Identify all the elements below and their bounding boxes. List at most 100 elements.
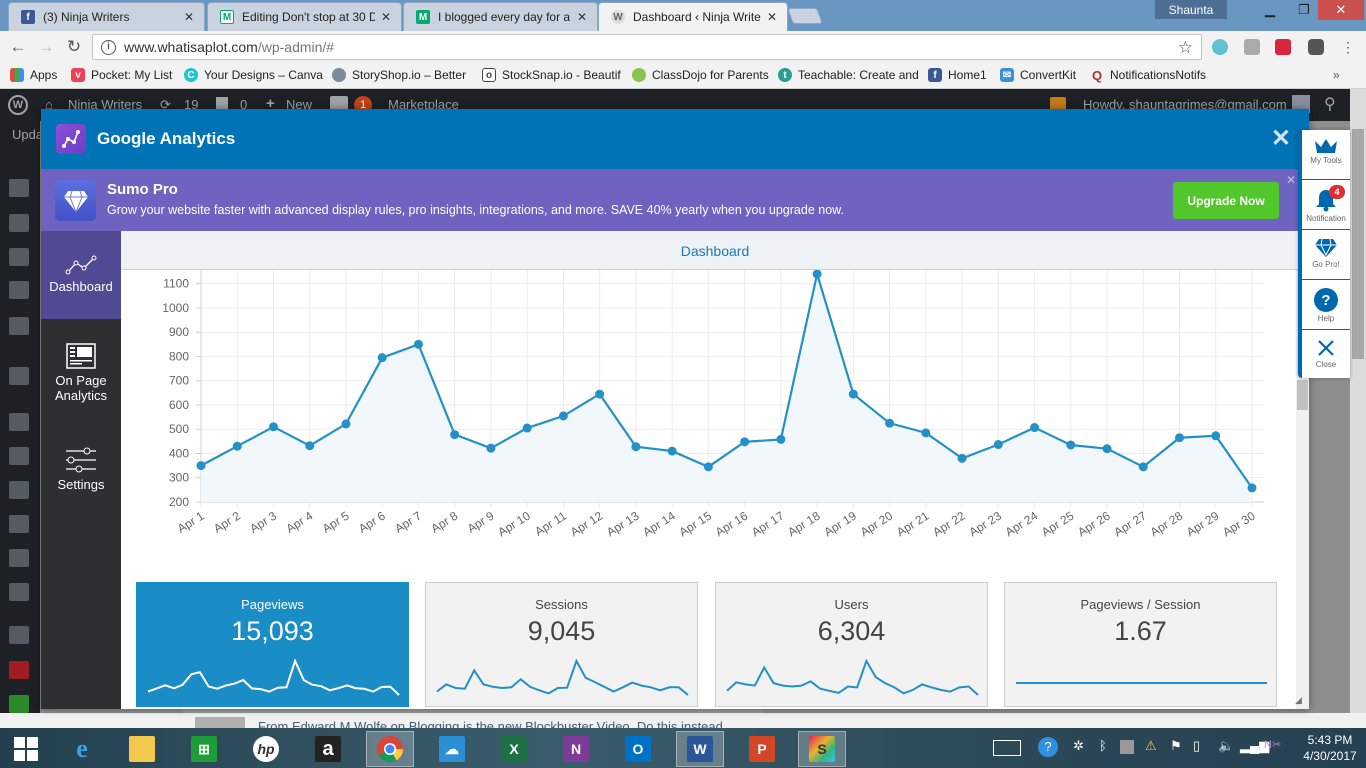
- comments-icon[interactable]: [9, 281, 29, 299]
- profile-button[interactable]: Shaunta: [1155, 0, 1227, 19]
- sumo-my-tools[interactable]: My Tools: [1302, 130, 1350, 180]
- metric-card-pageviews[interactable]: Pageviews 15,093: [136, 582, 409, 707]
- sumo-help[interactable]: ? Help: [1302, 280, 1350, 330]
- appearance-icon[interactable]: [9, 447, 29, 465]
- tab-close-icon[interactable]: ✕: [577, 10, 587, 24]
- bookmark-quora[interactable]: Q NotificationsNotifs: [1090, 68, 1206, 83]
- reload-button[interactable]: ↻: [64, 37, 84, 57]
- pinterest-icon[interactable]: [9, 661, 29, 679]
- tab-close-icon[interactable]: ✕: [184, 10, 194, 24]
- info-icon[interactable]: i: [101, 39, 116, 55]
- taskbar-powerpoint[interactable]: P: [738, 731, 786, 767]
- search-icon[interactable]: ⚲: [1324, 94, 1336, 114]
- bookmark-classdojo[interactable]: ClassDojo for Parents: [632, 68, 769, 82]
- maximize-button[interactable]: ❐: [1288, 0, 1320, 20]
- more-bookmarks-button[interactable]: »: [1333, 68, 1340, 82]
- taskbar-slack[interactable]: S: [798, 731, 846, 767]
- onenote-clip-icon[interactable]: N✂: [1264, 738, 1281, 751]
- pin-icon[interactable]: [9, 179, 29, 197]
- modal-close-button[interactable]: ✕: [1271, 127, 1291, 151]
- taskbar-chrome[interactable]: [366, 731, 414, 767]
- volume-icon[interactable]: 🔈: [1218, 738, 1234, 754]
- taskbar-onenote[interactable]: N: [552, 731, 600, 767]
- tools-icon[interactable]: [9, 549, 29, 567]
- new-tab-button[interactable]: [787, 8, 823, 24]
- address-bar[interactable]: i www.whatisaplot.com/wp-admin/# ☆: [92, 34, 1202, 60]
- settings-icon[interactable]: [9, 583, 29, 601]
- pocket-extension-icon[interactable]: [1308, 39, 1324, 55]
- help-tray-icon[interactable]: ?: [1038, 737, 1058, 757]
- flag-icon[interactable]: ⚑: [1170, 738, 1182, 754]
- bookmark-canva[interactable]: C Your Designs – Canva: [184, 68, 323, 82]
- defender-icon[interactable]: [1120, 740, 1134, 754]
- bookmark-convertkit[interactable]: ✉ ConvertKit: [1000, 68, 1076, 82]
- taskbar-internet-explorer[interactable]: e: [58, 731, 106, 767]
- upgrade-now-button[interactable]: Upgrade Now: [1173, 182, 1279, 219]
- tab-close-icon[interactable]: ✕: [767, 10, 777, 24]
- sumo-close[interactable]: Close: [1302, 330, 1350, 380]
- nav-dashboard[interactable]: Dashboard: [41, 231, 121, 319]
- battery-icon[interactable]: ▯: [1193, 738, 1200, 754]
- taskbar-file-explorer[interactable]: [118, 731, 166, 767]
- browser-tab[interactable]: M Editing Don't stop at 30 D ✕: [207, 2, 402, 31]
- scrollbar-thumb[interactable]: [1352, 129, 1364, 359]
- bookmark-apps[interactable]: Apps: [10, 68, 57, 82]
- wordpress-icon: W: [611, 10, 625, 24]
- grid-icon[interactable]: [9, 413, 29, 431]
- bookmark-home1[interactable]: f Home1: [928, 68, 987, 82]
- modal-scrollbar-thumb[interactable]: [1297, 380, 1308, 410]
- media-icon[interactable]: [9, 214, 29, 232]
- nav-on-page-analytics[interactable]: On Page Analytics: [41, 343, 121, 413]
- bookmark-pocket[interactable]: v Pocket: My List: [71, 68, 172, 82]
- bluetooth-icon[interactable]: ᛒ: [1099, 738, 1107, 753]
- start-button[interactable]: [2, 731, 50, 767]
- system-clock[interactable]: 5:43 PM 4/30/2017: [1297, 732, 1363, 764]
- taskbar-word[interactable]: W: [676, 731, 724, 767]
- yoast-extension-icon[interactable]: [1275, 39, 1291, 55]
- gray-extension-icon[interactable]: [1244, 39, 1260, 55]
- users-icon[interactable]: [9, 515, 29, 533]
- bookmark-storyshop[interactable]: StoryShop.io – Better: [332, 68, 466, 82]
- gear-tray-icon[interactable]: ✲: [1073, 738, 1084, 754]
- taskbar-store[interactable]: ⊞: [180, 731, 228, 767]
- keyboard-icon[interactable]: [993, 740, 1021, 756]
- x-tick-label: Apr 6: [356, 509, 388, 536]
- plugins-icon[interactable]: [9, 481, 29, 499]
- taskbar-excel[interactable]: X: [490, 731, 538, 767]
- page-scrollbar[interactable]: [1350, 89, 1366, 713]
- download-icon[interactable]: [9, 695, 29, 713]
- octopus-extension-icon[interactable]: [1212, 39, 1228, 55]
- browser-tab[interactable]: f (3) Ninja Writers ✕: [8, 2, 205, 31]
- network-warning-icon[interactable]: ⚠: [1145, 738, 1157, 754]
- metric-card-users[interactable]: Users 6,304: [715, 582, 988, 707]
- pages-icon[interactable]: [9, 248, 29, 266]
- taskbar-amazon[interactable]: a: [304, 731, 352, 767]
- promo-close-icon[interactable]: ✕: [1286, 173, 1296, 187]
- sumo-notification[interactable]: 4 Notification: [1302, 180, 1350, 230]
- wordpress-logo-icon[interactable]: W: [8, 95, 28, 115]
- bookmark-stocksnap[interactable]: o StockSnap.io - Beautif: [482, 68, 621, 82]
- taskbar-outlook[interactable]: O: [614, 731, 662, 767]
- browser-tab-active[interactable]: W Dashboard ‹ Ninja Writer ✕: [598, 2, 788, 31]
- clover-icon[interactable]: [9, 317, 29, 335]
- metric-card-sessions[interactable]: Sessions 9,045: [425, 582, 698, 707]
- minimize-button[interactable]: ▁: [1254, 0, 1286, 20]
- tab-close-icon[interactable]: ✕: [381, 10, 391, 24]
- resize-handle-icon[interactable]: ◢: [1295, 695, 1302, 706]
- yoast-seo-icon[interactable]: [9, 626, 29, 644]
- sumo-sidebar: My Tools 4 Notification Go Pro! ? Help C…: [1298, 130, 1350, 378]
- form-icon[interactable]: [9, 367, 29, 385]
- forward-button[interactable]: →: [36, 37, 56, 57]
- nav-settings[interactable]: Settings: [41, 447, 121, 502]
- window-close-button[interactable]: ✕: [1318, 0, 1364, 20]
- chrome-menu-icon[interactable]: ⋮: [1338, 37, 1358, 57]
- taskbar-onedrive[interactable]: ☁: [428, 731, 476, 767]
- browser-tab[interactable]: M I blogged every day for a ✕: [403, 2, 598, 31]
- bookmark-teachable[interactable]: t Teachable: Create and: [778, 68, 919, 82]
- onedrive-icon: ☁: [439, 736, 465, 762]
- bookmark-star-icon[interactable]: ☆: [1178, 38, 1193, 58]
- taskbar-hp[interactable]: hp: [242, 731, 290, 767]
- back-button[interactable]: ←: [8, 37, 28, 57]
- metric-card-pageviews-per-session[interactable]: Pageviews / Session 1.67: [1004, 582, 1277, 707]
- sumo-go-pro[interactable]: Go Pro!: [1302, 230, 1350, 280]
